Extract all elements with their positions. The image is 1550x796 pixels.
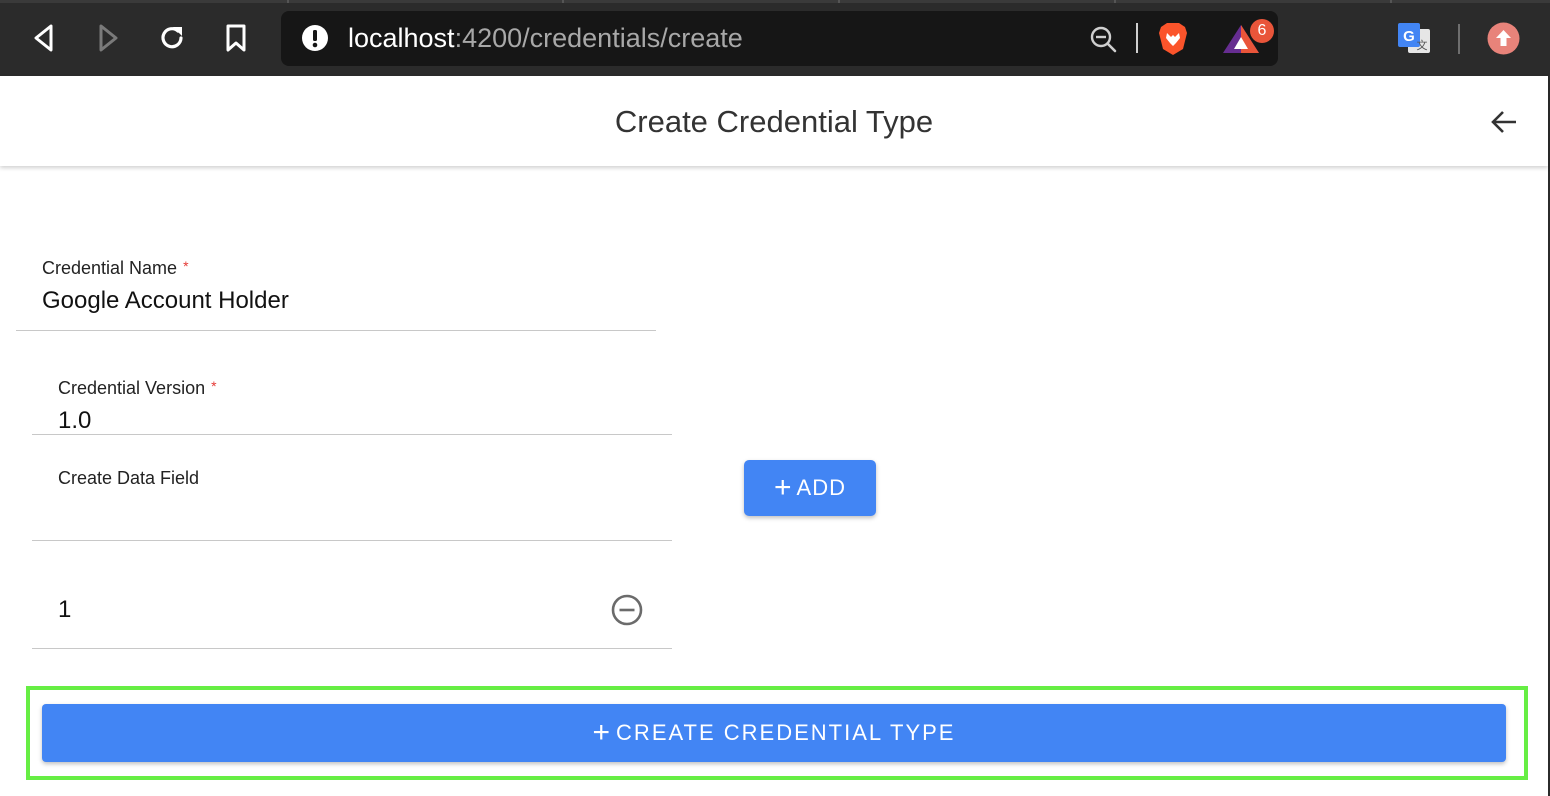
- arrow-back-icon[interactable]: [1484, 102, 1524, 142]
- app-toolbar: Create Credential Type: [0, 76, 1548, 166]
- tab-separator: [838, 0, 840, 3]
- credential-name-input[interactable]: Google Account Holder: [42, 287, 289, 315]
- tab-separator: [1114, 0, 1116, 3]
- credential-name-label: Credential Name *: [42, 258, 189, 279]
- required-mark: *: [211, 378, 217, 394]
- browser-toolbar: localhost:4200/credentials/create 6 G 文: [0, 0, 1550, 76]
- data-field-item-underline: [32, 648, 672, 649]
- credential-version-label-text: Credential Version: [58, 378, 206, 398]
- create-credential-type-button[interactable]: + CREATE CREDENTIAL TYPE: [42, 704, 1506, 762]
- update-icon[interactable]: [1487, 22, 1520, 55]
- data-field-label: Create Data Field: [58, 468, 200, 488]
- page-content: Create Credential Type Credential Name * …: [0, 76, 1550, 796]
- add-field-button[interactable]: + ADD: [744, 460, 876, 516]
- credential-version-label: Credential Version *: [58, 378, 217, 399]
- address-bar[interactable]: localhost:4200/credentials/create 6: [281, 11, 1278, 66]
- credential-version-underline: [32, 434, 672, 435]
- required-mark: *: [183, 258, 189, 274]
- data-field-item: 1: [58, 596, 72, 623]
- data-field-underline: [32, 540, 672, 541]
- rewards-badge: 6: [1250, 19, 1274, 43]
- add-icon: +: [774, 471, 793, 504]
- back-icon[interactable]: [24, 18, 64, 58]
- toolbar-divider: [1458, 24, 1460, 54]
- add-icon: +: [592, 716, 613, 749]
- credential-version-input[interactable]: 1.0: [58, 407, 91, 435]
- brave-shields-icon[interactable]: [1156, 21, 1190, 57]
- svg-text:G: G: [1403, 28, 1415, 45]
- bookmark-icon[interactable]: [216, 18, 256, 58]
- add-button-label: ADD: [796, 475, 846, 500]
- create-button-label: CREATE CREDENTIAL TYPE: [616, 720, 956, 745]
- translate-icon[interactable]: G 文: [1396, 21, 1432, 55]
- credential-name-underline: [16, 330, 656, 331]
- site-info-icon[interactable]: [301, 24, 329, 52]
- url-text[interactable]: localhost:4200/credentials/create: [348, 24, 743, 52]
- tab-separator: [287, 0, 289, 3]
- reload-icon[interactable]: [152, 18, 192, 58]
- tab-strip: [0, 0, 1550, 3]
- zoom-out-icon[interactable]: [1089, 25, 1117, 53]
- svg-text:文: 文: [1417, 38, 1428, 52]
- url-divider: [1136, 23, 1138, 53]
- tab-separator: [1390, 0, 1392, 3]
- remove-circle-icon[interactable]: [609, 592, 645, 628]
- credential-name-label-text: Credential Name: [42, 258, 178, 278]
- forward-icon[interactable]: [88, 18, 128, 58]
- page-title: Create Credential Type: [614, 104, 934, 139]
- data-field-input[interactable]: [58, 498, 658, 534]
- url-host: localhost: [348, 23, 455, 53]
- url-path: :4200/credentials/create: [454, 23, 743, 53]
- tab-separator: [562, 0, 564, 3]
